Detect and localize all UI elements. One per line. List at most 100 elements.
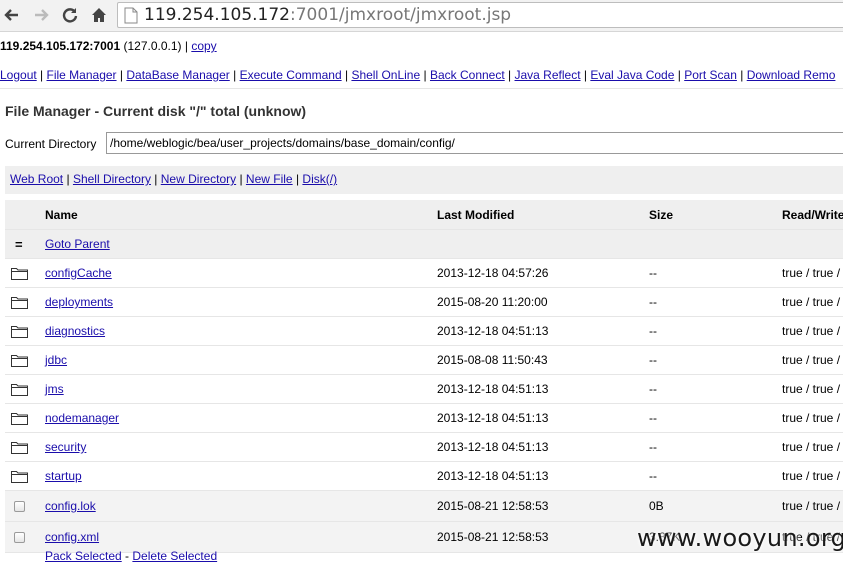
size: -- — [649, 382, 657, 396]
read-write: true / true / — [782, 324, 841, 338]
folder-icon — [11, 462, 31, 490]
read-write: true / true / — [782, 469, 841, 483]
new-file-link[interactable]: New File — [246, 172, 293, 186]
nav-separator: | — [423, 68, 427, 82]
nav-port-scan[interactable]: Port Scan — [684, 68, 737, 82]
size: -- — [649, 295, 657, 309]
read-write: true / true / — [782, 353, 841, 367]
header-size: Size — [649, 207, 674, 222]
size: -- — [649, 324, 657, 338]
folder-link[interactable]: deployments — [45, 295, 113, 309]
nav-file-manager[interactable]: File Manager — [47, 68, 117, 82]
table-row: jdbc 2015-08-08 11:50:43 -- true / true / — [5, 346, 843, 375]
page-icon — [124, 7, 138, 24]
forward-arrow-icon — [35, 9, 49, 21]
file-link[interactable]: config.lok — [45, 499, 96, 513]
current-directory-input[interactable]: /home/weblogic/bea/user_projects/domains… — [106, 132, 843, 154]
read-write: true / true / — [782, 295, 841, 309]
folder-icon — [11, 433, 31, 461]
folder-link[interactable]: jdbc — [45, 353, 67, 367]
goto-parent-link[interactable]: Goto Parent — [45, 237, 110, 251]
folder-link[interactable]: startup — [45, 469, 82, 483]
nav-separator: | — [740, 68, 744, 82]
url-host: 119.254.105.172 — [144, 5, 291, 25]
size: -- — [649, 440, 657, 454]
forward-button[interactable] — [30, 4, 52, 26]
folder-link[interactable]: configCache — [45, 266, 112, 280]
size: -- — [649, 353, 657, 367]
copy-link[interactable]: copy — [191, 39, 216, 53]
size: 0B — [649, 499, 664, 513]
folder-icon — [11, 259, 31, 287]
last-modified: 2015-08-21 12:58:53 — [437, 530, 549, 544]
size: -- — [649, 469, 657, 483]
directory-shortcuts: Web Root | Shell Directory | New Directo… — [5, 166, 843, 194]
selection-actions: Pack Selected - Delete Selected — [45, 549, 218, 563]
nav-separator: | — [583, 68, 587, 82]
nav-database-manager[interactable]: DataBase Manager — [126, 68, 229, 82]
new-directory-link[interactable]: New Directory — [161, 172, 236, 186]
parent-icon: = — [15, 236, 23, 252]
nav-logout[interactable]: Logout — [0, 68, 37, 82]
header-read-write: Read/Write — [782, 207, 843, 222]
nav-separator: | — [677, 68, 681, 82]
browser-toolbar: 119.254.105.172:7001/jmxroot/jmxroot.jsp — [0, 0, 843, 32]
table-row: nodemanager 2013-12-18 04:51:13 -- true / t… — [5, 404, 843, 433]
nav-eval-java-code[interactable]: Eval Java Code — [590, 68, 674, 82]
file-checkbox[interactable] — [14, 500, 25, 512]
header-last-modified: Last Modified — [437, 207, 515, 222]
pack-selected-link[interactable]: Pack Selected — [45, 549, 122, 563]
reload-button[interactable] — [59, 4, 81, 26]
host-local: (127.0.0.1) — [123, 39, 182, 53]
address-bar[interactable]: 119.254.105.172:7001/jmxroot/jmxroot.jsp — [117, 2, 843, 28]
nav-java-reflect[interactable]: Java Reflect — [515, 68, 581, 82]
shell-directory-link[interactable]: Shell Directory — [73, 172, 151, 186]
host-address: 119.254.105.172:7001 — [0, 39, 121, 53]
file-checkbox[interactable] — [14, 531, 25, 543]
web-root-link[interactable]: Web Root — [10, 172, 63, 186]
main-nav: Logout | File Manager | DataBase Manager… — [0, 68, 835, 82]
delete-selected-link[interactable]: Delete Selected — [132, 549, 217, 563]
folder-icon — [11, 404, 31, 432]
folder-link[interactable]: security — [45, 440, 86, 454]
nav-separator: | — [508, 68, 512, 82]
nav-download-remote[interactable]: Download Remo — [747, 68, 836, 82]
last-modified: 2015-08-21 12:58:53 — [437, 499, 549, 513]
current-directory-label: Current Directory — [5, 137, 97, 151]
read-write: true / true / — [782, 411, 841, 425]
table-row: jms 2013-12-18 04:51:13 -- true / true / — [5, 375, 843, 404]
nav-back-connect[interactable]: Back Connect — [430, 68, 505, 82]
back-button[interactable] — [1, 4, 23, 26]
watermark: www.wooyun.org — [637, 524, 843, 552]
file-link[interactable]: config.xml — [45, 530, 99, 544]
home-button[interactable] — [88, 4, 110, 26]
goto-parent-row: = Goto Parent — [5, 230, 843, 259]
page-title: File Manager - Current disk "/" total (u… — [5, 103, 307, 119]
disk-link[interactable]: Disk(/) — [302, 172, 337, 186]
nav-shell-online[interactable]: Shell OnLine — [351, 68, 420, 82]
nav-separator: | — [119, 68, 124, 82]
host-info: 119.254.105.172:7001 (127.0.0.1) | copy — [0, 39, 217, 53]
folder-icon — [11, 317, 31, 345]
last-modified: 2015-08-08 11:50:43 — [437, 353, 548, 367]
table-row: startup 2013-12-18 04:51:13 -- true / true … — [5, 462, 843, 491]
table-row: diagnostics 2013-12-18 04:51:13 -- true / t… — [5, 317, 843, 346]
back-arrow-icon — [4, 9, 18, 21]
last-modified: 2015-08-20 11:20:00 — [437, 295, 548, 309]
last-modified: 2013-12-18 04:57:26 — [437, 266, 549, 280]
last-modified: 2013-12-18 04:51:13 — [437, 469, 549, 483]
folder-link[interactable]: jms — [45, 382, 64, 396]
nav-separator: | — [344, 68, 349, 82]
folder-icon — [11, 288, 31, 316]
folder-link[interactable]: nodemanager — [45, 411, 119, 425]
last-modified: 2013-12-18 04:51:13 — [437, 324, 549, 338]
read-write: true / true / — [782, 382, 841, 396]
header-name: Name — [45, 207, 78, 222]
folder-link[interactable]: diagnostics — [45, 324, 105, 338]
nav-divider — [0, 88, 843, 89]
table-header: Name Last Modified Size Read/Write — [5, 200, 843, 230]
read-write: true / true / — [782, 266, 841, 280]
last-modified: 2013-12-18 04:51:13 — [437, 411, 549, 425]
table-row: deployments 2015-08-20 11:20:00 -- true / t… — [5, 288, 843, 317]
nav-execute-command[interactable]: Execute Command — [240, 68, 342, 82]
